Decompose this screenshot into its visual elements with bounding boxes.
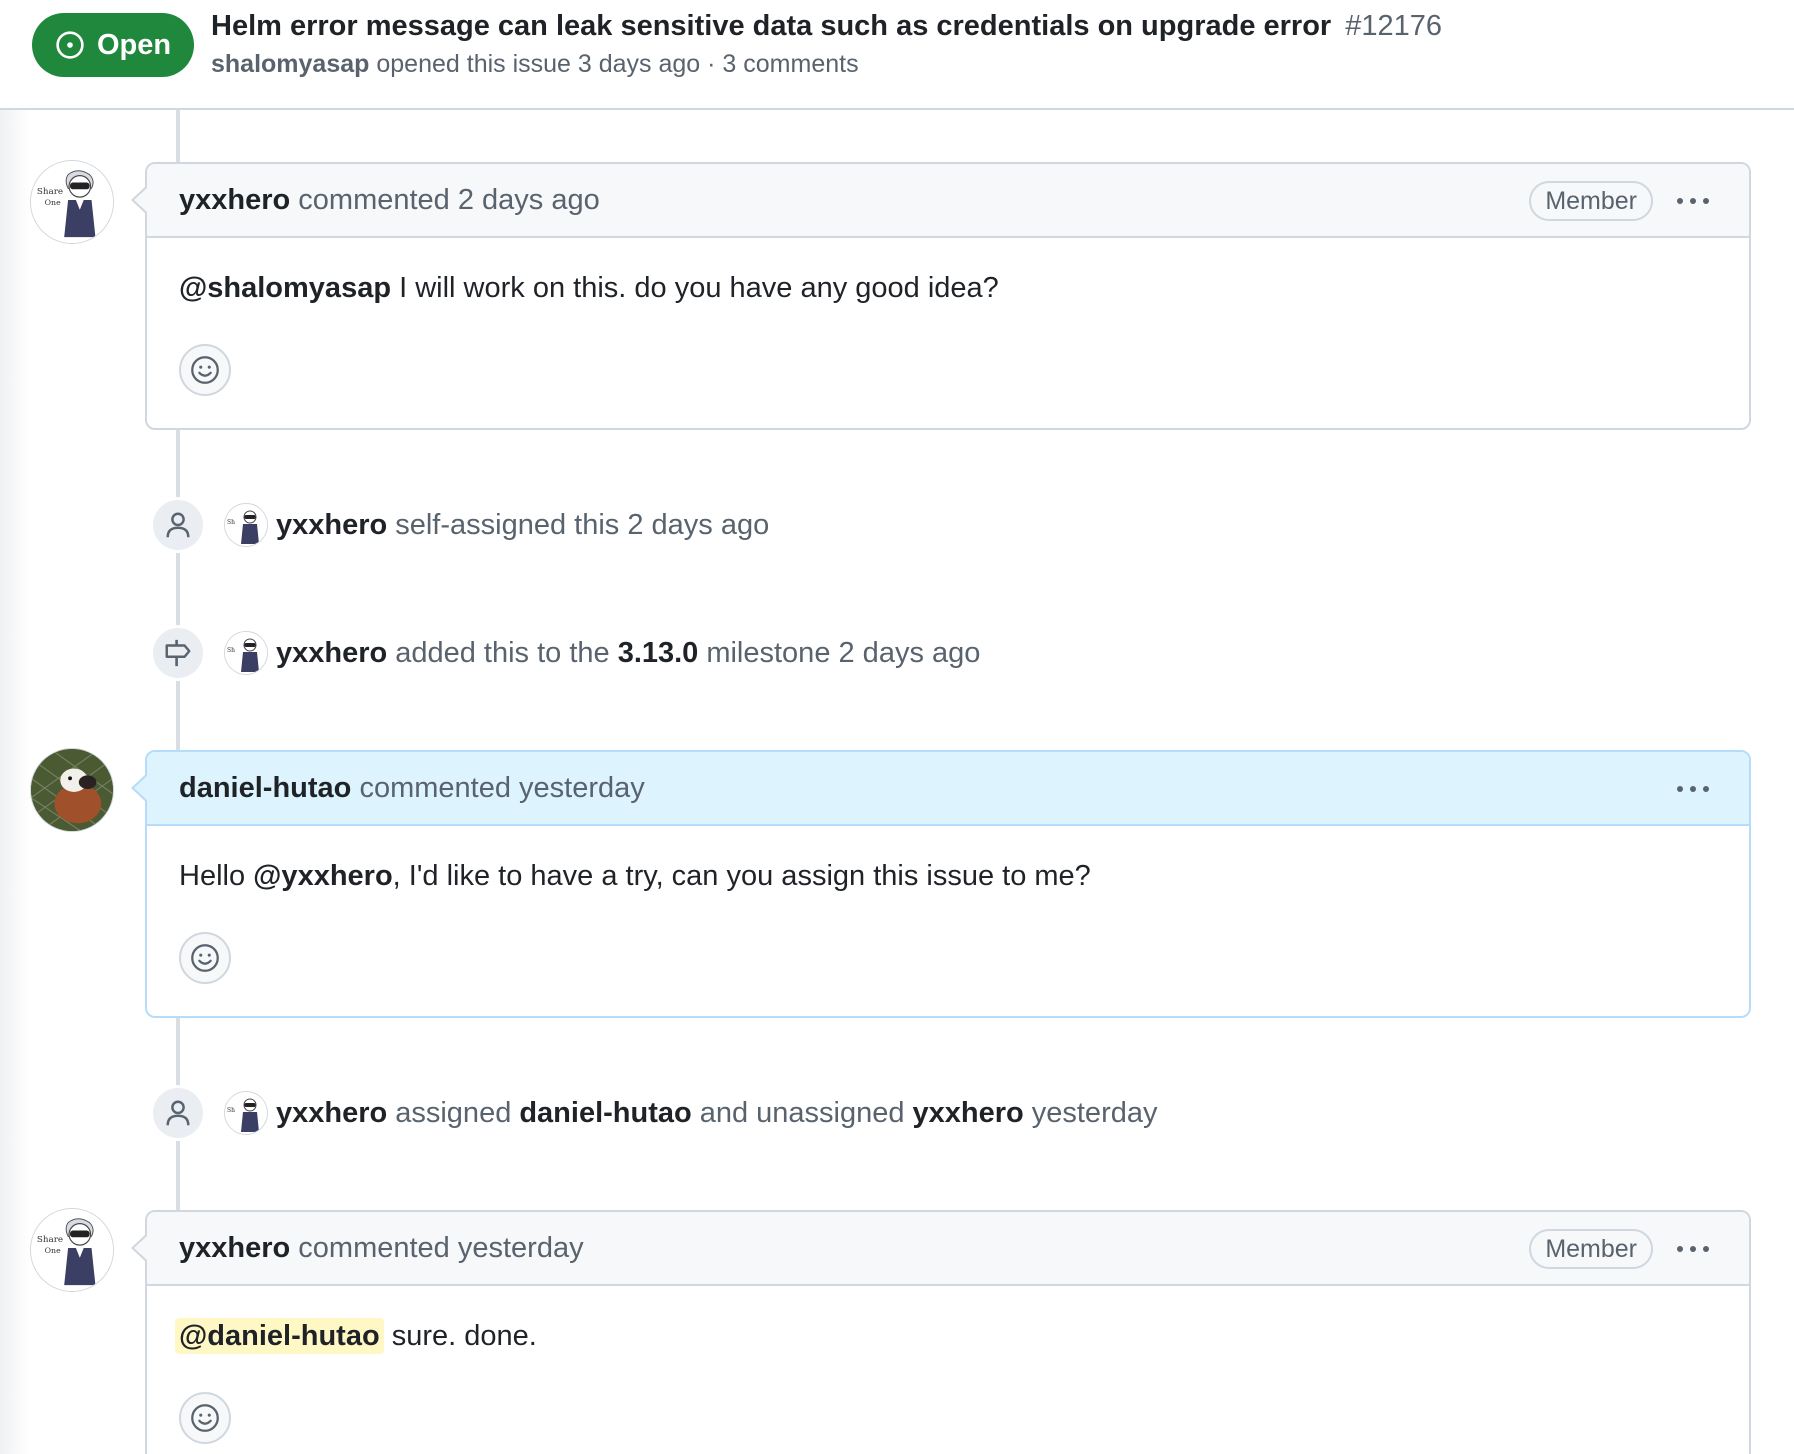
svg-text:Sh: Sh (227, 519, 235, 526)
avatar-image: Sh (225, 1092, 267, 1134)
avatar[interactable] (30, 748, 114, 832)
assignee-link[interactable]: daniel-hutao (519, 1097, 691, 1130)
comment-options-button[interactable] (1673, 186, 1713, 216)
issue-header: Open Helm error message can leak sensiti… (0, 0, 1794, 110)
event-text-after: milestone 2 days ago (706, 636, 981, 669)
comment-author-link[interactable]: yxxhero (179, 184, 290, 216)
comment-timestamp[interactable]: commented 2 days ago (298, 184, 599, 216)
comment-text: I will work on this. do you have any goo… (399, 272, 999, 304)
timeline-event-assigned: Sh yxxhero assigned daniel-hutao and una… (150, 1085, 1165, 1141)
milestone-icon (165, 639, 191, 667)
add-reaction-button[interactable] (179, 932, 231, 984)
comment-header: daniel-hutao commented yesterday (131, 752, 1749, 826)
person-icon (166, 1100, 190, 1126)
user-mention-link[interactable]: @yxxhero (253, 860, 393, 892)
smiley-icon (191, 356, 219, 384)
comment-pointer-inner (134, 1236, 147, 1260)
event-badge (150, 497, 206, 553)
event-text-and: and unassigned (699, 1096, 905, 1129)
actor-link[interactable]: yxxhero (276, 1097, 387, 1130)
issue-title: Helm error message can leak sensitive da… (211, 10, 1442, 43)
comment-author-link[interactable]: yxxhero (179, 1232, 290, 1264)
issue-author-link[interactable]: shalomyasap (211, 50, 369, 78)
timeline-comment: yxxhero commented 2 days ago Member @sha… (131, 162, 1751, 430)
event-timestamp[interactable]: yesterday (1032, 1097, 1158, 1130)
timeline-event-assigned: Sh yxxhero self-assigned this 2 days ago (150, 497, 777, 553)
user-mention-link[interactable]: @shalomyasap (179, 272, 391, 304)
comment-options-button[interactable] (1673, 774, 1713, 804)
add-reaction-button[interactable] (179, 1392, 231, 1444)
actor-avatar[interactable]: Sh (224, 1091, 268, 1135)
issue-meta: shalomyasap opened this issue 3 days ago… (211, 50, 859, 79)
actor-link[interactable]: yxxhero (276, 637, 387, 670)
issue-meta-text: opened this issue 3 days ago · 3 comment… (376, 50, 859, 78)
svg-text:One: One (45, 198, 61, 207)
event-badge (150, 1085, 206, 1141)
timeline-comment: daniel-hutao commented yesterday Hello @… (131, 750, 1751, 1018)
issue-state-badge: Open (32, 13, 194, 77)
timeline-event-milestoned: Sh yxxhero added this to the 3.13.0 mile… (150, 625, 988, 681)
svg-text:Sh: Sh (227, 1107, 235, 1114)
left-gutter (0, 110, 30, 1454)
issue-number: #12176 (1345, 10, 1443, 42)
event-text: assigned (395, 1096, 512, 1129)
avatar-image: Sh (225, 632, 267, 674)
avatar[interactable]: Share One (30, 1208, 114, 1292)
comment-timestamp[interactable]: commented yesterday (359, 772, 644, 804)
avatar[interactable]: Share One (30, 160, 114, 244)
comment-pointer-inner (134, 188, 147, 212)
comment-header: yxxhero commented yesterday Member (131, 1212, 1749, 1286)
actor-avatar[interactable]: Sh (224, 503, 268, 547)
comment-text: , I'd like to have a try, can you assign… (392, 860, 1091, 892)
avatar-image: Sh (225, 504, 267, 546)
add-reaction-button[interactable] (179, 344, 231, 396)
event-text: added this to the (395, 636, 610, 669)
event-badge (150, 625, 206, 681)
avatar-image: Share One (31, 161, 113, 243)
comment-pointer-inner (134, 776, 147, 800)
kebab-horizontal-icon (1677, 786, 1709, 792)
comment-body: @shalomyasap I will work on this. do you… (147, 238, 1749, 396)
kebab-horizontal-icon (1677, 198, 1709, 204)
comment-header: yxxhero commented 2 days ago Member (131, 164, 1749, 238)
person-icon (166, 512, 190, 538)
svg-text:Share: Share (37, 1235, 63, 1245)
avatar-image: Share One (31, 1209, 113, 1291)
comment-body: @daniel-hutao sure. done. (147, 1286, 1749, 1444)
user-mention-link[interactable]: @daniel-hutao (175, 1318, 384, 1354)
member-badge: Member (1529, 181, 1653, 221)
member-badge: Member (1529, 1229, 1653, 1269)
comment-timestamp[interactable]: commented yesterday (298, 1232, 583, 1264)
avatar-image (31, 749, 113, 831)
issue-title-text: Helm error message can leak sensitive da… (211, 10, 1332, 42)
comment-body: Hello @yxxhero, I'd like to have a try, … (147, 826, 1749, 984)
comment-author-link[interactable]: daniel-hutao (179, 772, 351, 804)
actor-avatar[interactable]: Sh (224, 631, 268, 675)
milestone-link[interactable]: 3.13.0 (618, 637, 699, 670)
actor-link[interactable]: yxxhero (276, 509, 387, 542)
issue-opened-icon (56, 31, 84, 59)
event-text: self-assigned this 2 days ago (395, 508, 770, 541)
comment-text-before: Hello (179, 860, 246, 892)
unassignee-link[interactable]: yxxhero (913, 1097, 1024, 1130)
comment-header-text: daniel-hutao commented yesterday (179, 772, 645, 805)
comment-header-text: yxxhero commented 2 days ago (179, 184, 600, 217)
svg-text:Share: Share (37, 187, 63, 197)
state-label: Open (96, 28, 172, 61)
kebab-horizontal-icon (1677, 1246, 1709, 1252)
smiley-icon (191, 1404, 219, 1432)
timeline-comment: yxxhero commented yesterday Member @dani… (131, 1210, 1751, 1454)
comment-text: sure. done. (391, 1320, 537, 1352)
svg-text:Sh: Sh (227, 647, 235, 654)
comment-options-button[interactable] (1673, 1234, 1713, 1264)
comment-header-text: yxxhero commented yesterday (179, 1232, 584, 1265)
svg-text:One: One (45, 1246, 61, 1255)
smiley-icon (191, 944, 219, 972)
